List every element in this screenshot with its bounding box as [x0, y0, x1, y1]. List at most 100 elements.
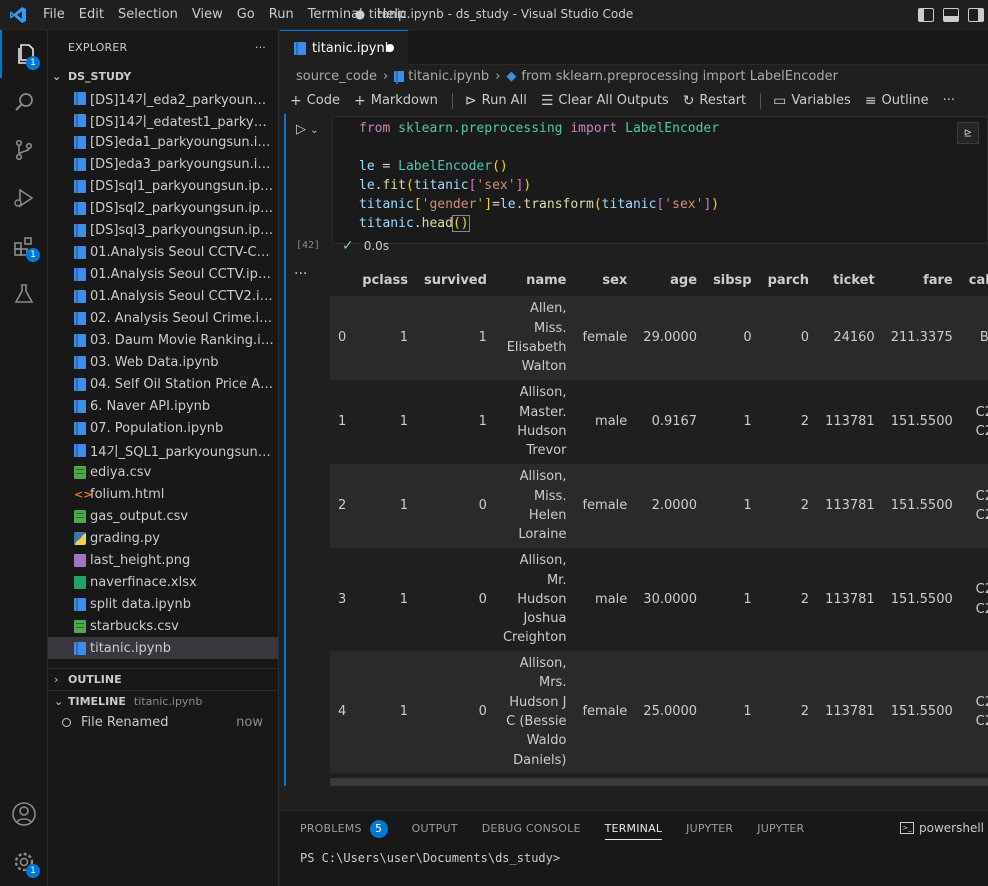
file-item[interactable]: 03. Daum Movie Ranking.ipynb: [48, 329, 278, 351]
column-header: parch: [759, 264, 818, 296]
breadcrumb-folder[interactable]: source_code: [296, 69, 377, 84]
run-cell-icon[interactable]: ▷ ⌄: [296, 122, 319, 137]
name-line: Allison,: [519, 656, 567, 672]
table-cell: 1: [416, 296, 495, 380]
table-cell: C22C26: [960, 380, 988, 464]
terminal-prompt[interactable]: PS C:\Users\user\Documents\ds_study>: [300, 851, 560, 865]
menu-file[interactable]: File: [36, 0, 72, 30]
file-item[interactable]: last_height.png: [48, 549, 278, 571]
split-cell-icon[interactable]: ⊵: [957, 122, 979, 144]
file-item[interactable]: 6. Naver API.ipynb: [48, 395, 278, 417]
code-text[interactable]: from sklearn.preprocessing import LabelE…: [359, 119, 719, 233]
file-item[interactable]: [DS]14기_edatest1_parkyoungs...: [48, 109, 278, 131]
output-more-icon[interactable]: ···: [294, 266, 307, 282]
file-item[interactable]: 14기_SQL1_parkyoungsun.csv.c...: [48, 439, 278, 461]
file-item[interactable]: 01.Analysis Seoul CCTV2.ipynb: [48, 285, 278, 307]
variables-label: Variables: [791, 93, 851, 108]
terminal-shell-selector[interactable]: >_ powershell: [900, 821, 984, 835]
file-item[interactable]: 03. Web Data.ipynb: [48, 351, 278, 373]
menu-terminal[interactable]: Terminal: [301, 0, 370, 30]
tab-problems[interactable]: PROBLEMS 5: [300, 811, 388, 846]
table-cell: Allison, Mrs. Hudson J C (Bessie Waldo Daniel…: [494, 651, 575, 773]
account-icon[interactable]: [0, 790, 48, 838]
horizontal-scrollbar[interactable]: [330, 778, 988, 786]
timeline-entry[interactable]: File Renamed now: [48, 711, 278, 733]
file-item[interactable]: [DS]14기_eda2_parkyoungsun.i...: [48, 87, 278, 109]
outline-section[interactable]: › OUTLINE: [48, 668, 278, 690]
execution-count: [42]: [296, 240, 321, 251]
file-item[interactable]: grading.py: [48, 527, 278, 549]
file-item[interactable]: [DS]sql2_parkyoungsun.ipynb: [48, 197, 278, 219]
file-name: folium.html: [90, 486, 165, 502]
file-item[interactable]: split data.ipynb: [48, 593, 278, 615]
menu-go[interactable]: Go: [230, 0, 262, 30]
breadcrumb-symbol[interactable]: from sklearn.preprocessing import LabelE…: [521, 69, 838, 84]
name-line: Loraine: [518, 527, 567, 543]
add-markdown-button[interactable]: + Markdown: [354, 93, 438, 109]
table-cell: female: [574, 464, 636, 548]
timeline-section[interactable]: ⌄ TIMELINE titanic.ipynb: [48, 690, 278, 712]
toggle-panel-icon[interactable]: [943, 8, 959, 22]
explorer-icon[interactable]: 1: [0, 30, 48, 78]
clear-outputs-button[interactable]: ☰ Clear All Outputs: [541, 93, 669, 109]
tab-jupyter[interactable]: JUPYTER: [686, 811, 733, 846]
tab-titanic[interactable]: titanic.ipynb: [280, 30, 408, 65]
file-item[interactable]: naverfinace.xlsx: [48, 571, 278, 593]
run-all-button[interactable]: ⊳ Run All: [465, 93, 527, 109]
file-item[interactable]: ediya.csv: [48, 461, 278, 483]
file-item[interactable]: 01.Analysis Seoul CCTV-Copy1....: [48, 241, 278, 263]
source-control-icon[interactable]: [0, 126, 48, 174]
menu-run[interactable]: Run: [262, 0, 301, 30]
toggle-primary-sidebar-icon[interactable]: [918, 8, 934, 22]
notebook-editor: titanic.ipynb source_code › titanic.ipyn…: [280, 30, 988, 810]
more-actions-button[interactable]: ···: [943, 93, 955, 108]
table-cell: 1: [354, 464, 416, 548]
tab-output[interactable]: OUTPUT: [412, 811, 458, 846]
cabin-line: C22: [975, 694, 988, 710]
file-item[interactable]: [DS]eda1_parkyoungsun.ipynb: [48, 131, 278, 153]
file-item[interactable]: [DS]eda3_parkyoungsun.ipynb: [48, 153, 278, 175]
search-icon[interactable]: [0, 78, 48, 126]
name-line: Walton: [521, 359, 567, 375]
menu-view[interactable]: View: [185, 0, 230, 30]
run-debug-icon[interactable]: [0, 174, 48, 222]
folder-ds-study[interactable]: ⌄ DS_STUDY: [48, 65, 278, 87]
file-item[interactable]: starbucks.csv: [48, 615, 278, 637]
name-line: Allison,: [519, 385, 567, 401]
file-item[interactable]: gas_output.csv: [48, 505, 278, 527]
unsaved-dot-icon[interactable]: [386, 44, 394, 52]
file-item[interactable]: titanic.ipynb: [48, 637, 278, 659]
testing-flask-icon[interactable]: [0, 270, 48, 318]
tab-jupyter-2[interactable]: JUPYTER: [757, 811, 804, 846]
variables-button[interactable]: ▭ Variables: [773, 93, 851, 109]
toggle-secondary-sidebar-icon[interactable]: [968, 8, 984, 22]
table-cell: 0: [705, 296, 760, 380]
tab-jupyter-2-label: JUPYTER: [757, 822, 805, 835]
tab-terminal[interactable]: TERMINAL: [604, 811, 663, 846]
table-cell: 0: [416, 464, 495, 548]
table-cell: Allen, Miss. Elisabeth Walton: [494, 296, 575, 380]
file-item[interactable]: <> folium.html: [48, 483, 278, 505]
explorer-more-icon[interactable]: ···: [255, 41, 266, 54]
menu-edit[interactable]: Edit: [72, 0, 111, 30]
file-item[interactable]: 07. Population.ipynb: [48, 417, 278, 439]
menu-help[interactable]: Help: [370, 0, 414, 30]
extensions-icon[interactable]: 1: [0, 222, 48, 270]
file-item[interactable]: [DS]sql3_parkyoungsun.ipynb: [48, 219, 278, 241]
table-cell: 211.3375: [882, 296, 961, 380]
breadcrumb-file[interactable]: titanic.ipynb: [408, 69, 489, 84]
table-cell: female: [574, 651, 636, 773]
add-code-button[interactable]: + Code: [290, 93, 340, 109]
file-item[interactable]: 01.Analysis Seoul CCTV.ipynb: [48, 263, 278, 285]
code-editor[interactable]: from sklearn.preprocessing import LabelE…: [332, 116, 988, 244]
settings-gear-icon[interactable]: 1: [0, 838, 48, 886]
file-name: [DS]eda3_parkyoungsun.ipynb: [90, 156, 278, 172]
outline-button[interactable]: ≡ Outline: [865, 93, 929, 109]
file-item[interactable]: 02. Analysis Seoul Crime.ipynb: [48, 307, 278, 329]
menu-selection[interactable]: Selection: [111, 0, 185, 30]
tab-debug-console[interactable]: DEBUG CONSOLE: [482, 811, 581, 846]
file-item[interactable]: [DS]sql1_parkyoungsun.ipynb: [48, 175, 278, 197]
code-cell[interactable]: ▷ ⌄ from sklearn.preprocessing import La…: [284, 114, 988, 786]
restart-button[interactable]: ↻ Restart: [683, 93, 746, 109]
file-item[interactable]: 04. Self Oil Station Price Analys...: [48, 373, 278, 395]
